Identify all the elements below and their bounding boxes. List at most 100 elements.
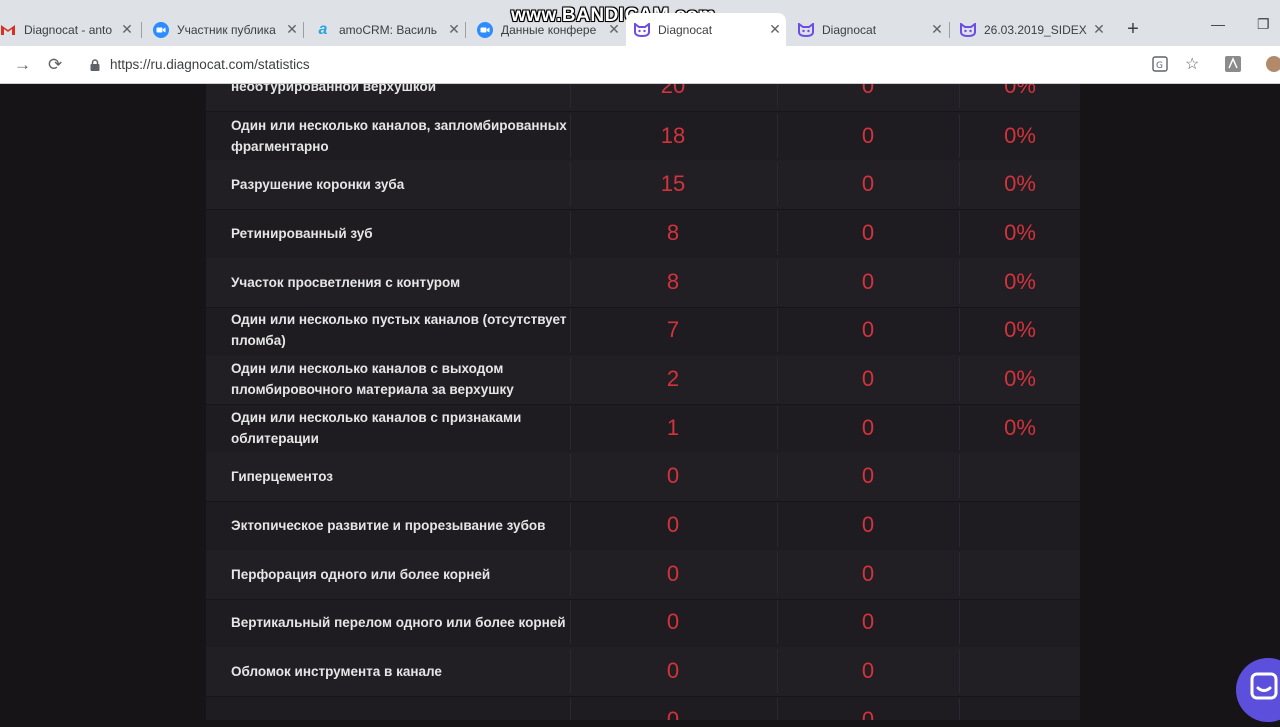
column-divider <box>570 698 571 720</box>
finding-label: Вертикальный перелом одного или более ко… <box>231 614 566 630</box>
new-tab-button[interactable]: + <box>1121 17 1145 41</box>
percent-value <box>970 501 1070 550</box>
diagnocat-icon <box>634 22 650 38</box>
zoom-icon <box>477 21 493 38</box>
column-divider <box>570 503 571 547</box>
column-divider <box>777 114 778 158</box>
forward-icon[interactable]: → <box>14 55 31 75</box>
second-value: 0 <box>861 84 875 99</box>
tab-5-close-icon[interactable]: ✕ <box>764 21 786 38</box>
column-divider <box>570 162 571 206</box>
tab-3-close-icon[interactable]: ✕ <box>443 21 465 38</box>
column-divider <box>959 114 960 158</box>
second-value: 0 <box>861 463 875 489</box>
finding-label: Участок просветления с контуром <box>231 274 461 290</box>
percent-value: 0% <box>1004 366 1036 392</box>
count-value: 8 <box>666 269 680 295</box>
count-value: 1 <box>666 415 680 441</box>
tab-1[interactable]: Diagnocat - anto ✕ <box>0 13 138 46</box>
column-divider <box>570 649 571 693</box>
chat-widget-button[interactable] <box>1236 658 1280 722</box>
pdf-extension-icon[interactable] <box>1225 56 1241 77</box>
column-divider <box>777 357 778 401</box>
percent-value: 0% <box>1004 317 1036 343</box>
second-value: 0 <box>861 561 875 587</box>
translate-icon[interactable]: G <box>1152 56 1168 77</box>
reload-icon[interactable]: ⟳ <box>48 55 62 75</box>
tab-1-close-icon[interactable]: ✕ <box>116 21 138 38</box>
count-value: 18 <box>660 123 686 149</box>
tab-4-close-icon[interactable]: ✕ <box>603 21 625 38</box>
column-divider <box>570 114 571 158</box>
tab-6[interactable]: Diagnocat ✕ <box>790 13 948 46</box>
second-value: 0 <box>861 366 875 392</box>
column-divider <box>959 308 960 352</box>
profile-avatar[interactable] <box>1266 56 1280 77</box>
column-divider <box>959 503 960 547</box>
second-value: 0 <box>861 415 875 441</box>
count-value: 0 <box>666 658 680 684</box>
column-divider <box>959 211 960 255</box>
percent-value <box>970 598 1070 647</box>
count-value: 15 <box>660 171 686 197</box>
table-row: Один или несколько пустых каналов (отсут… <box>206 306 1080 356</box>
finding-label: Эктопическое развитие и прорезывание зуб… <box>231 517 546 533</box>
column-divider <box>959 260 960 304</box>
percent-value: 0% <box>1004 220 1036 246</box>
finding-label: Один или несколько каналов с выходом пло… <box>231 361 514 398</box>
restore-icon[interactable]: ❐ <box>1257 16 1270 33</box>
percent-value <box>970 550 1070 599</box>
table-row: Вертикальный перелом одного или более ко… <box>206 598 1080 648</box>
column-divider <box>777 552 778 596</box>
tab-7[interactable]: 26.03.2019_SIDEX ✕ <box>952 13 1110 46</box>
amocrm-icon: a <box>318 20 328 38</box>
column-divider <box>570 84 571 108</box>
column-divider <box>570 454 571 498</box>
column-divider <box>777 503 778 547</box>
diagnocat-icon <box>960 22 976 38</box>
tab-4-title: Данные конфере <box>501 22 597 37</box>
column-divider <box>959 552 960 596</box>
lock-icon <box>90 58 100 71</box>
finding-label: Разрушение коронки зуба <box>231 176 405 192</box>
tab-6-title: Diagnocat <box>822 22 877 37</box>
tab-6-close-icon[interactable]: ✕ <box>926 21 948 38</box>
table-row: Один или несколько каналов с признаками … <box>206 404 1080 454</box>
chat-icon <box>1250 672 1278 700</box>
column-divider <box>777 308 778 352</box>
percent-value <box>970 452 1070 501</box>
tab-7-close-icon[interactable]: ✕ <box>1088 21 1110 38</box>
minimize-icon[interactable]: — <box>1211 16 1225 32</box>
table-row: 00 <box>206 696 1080 720</box>
count-value: 7 <box>666 317 680 343</box>
table-row: Один или несколько каналов, запломбирова… <box>206 112 1080 162</box>
tab-5-active[interactable]: Diagnocat ✕ <box>626 13 786 46</box>
percent-value: 0% <box>1004 415 1036 441</box>
bookmark-star-icon[interactable]: ☆ <box>1185 54 1199 74</box>
gmail-icon <box>0 22 16 38</box>
tab-2-close-icon[interactable]: ✕ <box>281 21 303 38</box>
tab-5-title: Diagnocat <box>658 22 713 37</box>
column-divider <box>959 454 960 498</box>
column-divider <box>570 357 571 401</box>
column-divider <box>777 260 778 304</box>
second-value: 0 <box>861 171 875 197</box>
tab-3[interactable]: a amoCRM: Василь ✕ <box>307 13 465 46</box>
second-value: 0 <box>861 123 875 149</box>
table-row: Эктопическое развитие и прорезывание зуб… <box>206 501 1080 551</box>
second-value: 0 <box>861 317 875 343</box>
percent-value <box>970 647 1070 696</box>
column-divider <box>959 406 960 450</box>
table-row: Один или несколько каналов с выходом пло… <box>206 355 1080 405</box>
column-divider <box>777 162 778 206</box>
column-divider <box>570 600 571 644</box>
tab-strip: www.BANDICAM.com Diagnocat - anto ✕ Учас… <box>0 0 1280 46</box>
address-bar[interactable]: https://ru.diagnocat.com/statistics <box>78 50 1178 79</box>
zoom-icon <box>153 21 169 38</box>
column-divider <box>570 552 571 596</box>
tab-4[interactable]: Данные конфере ✕ <box>469 13 625 46</box>
count-value: 8 <box>666 220 680 246</box>
second-value: 0 <box>861 658 875 684</box>
second-value: 0 <box>861 512 875 538</box>
tab-2[interactable]: Участник публика ✕ <box>145 13 303 46</box>
